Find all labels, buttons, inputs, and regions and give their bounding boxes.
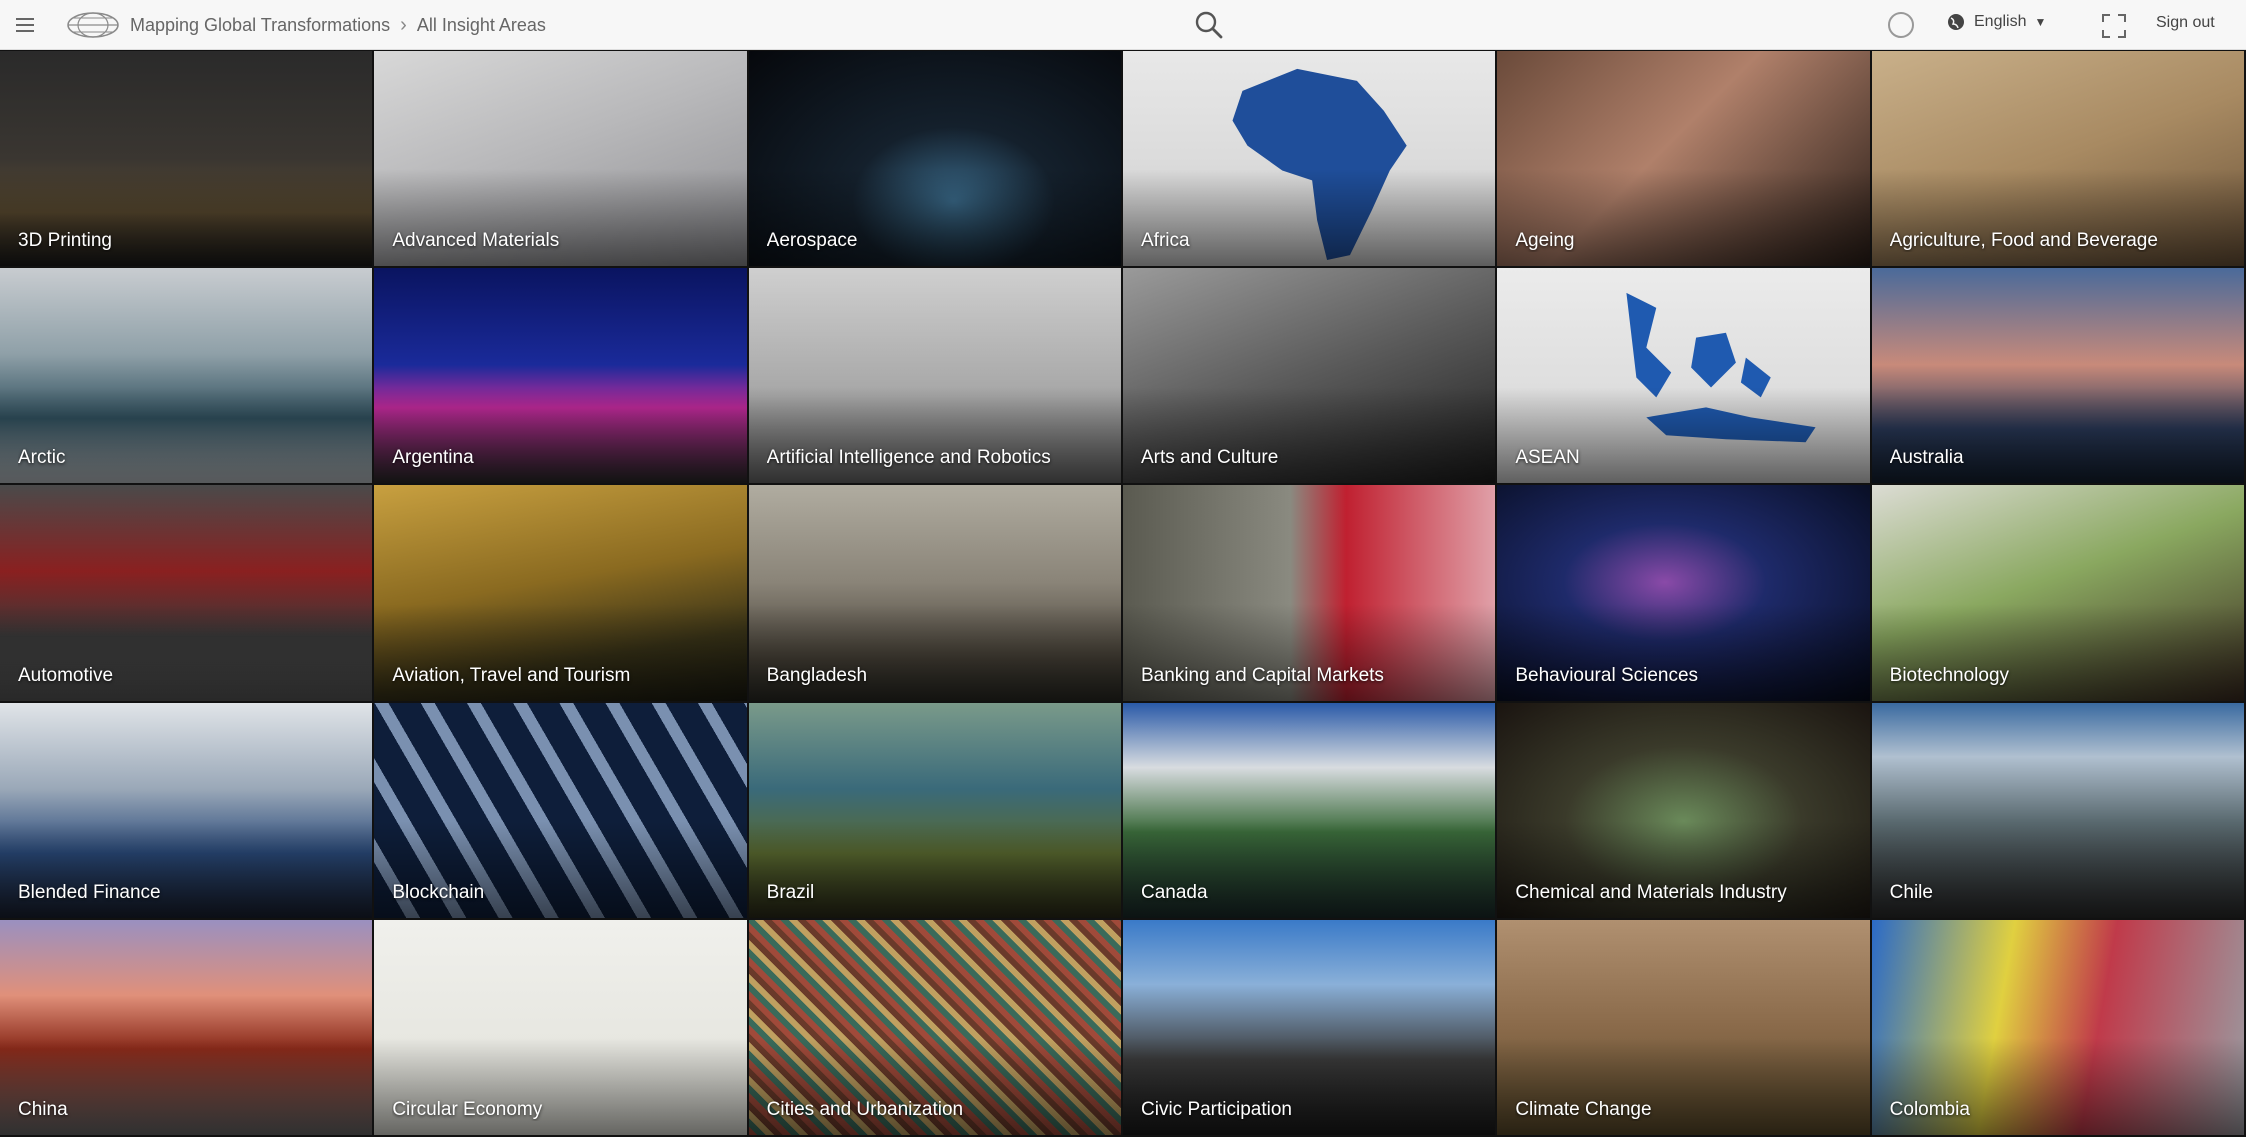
insight-area-tile[interactable]: Blended Finance [0, 702, 375, 920]
insight-area-tile[interactable]: Biotechnology [1871, 485, 2246, 703]
insight-area-tile[interactable]: Argentina [374, 268, 749, 486]
insight-area-tile[interactable]: Arts and Culture [1123, 268, 1498, 486]
insight-areas-grid: 3D Printing Advanced Materials Aerospace Af… [0, 51, 2246, 1137]
tile-label: Biotechnology [1889, 664, 2010, 686]
insight-area-tile[interactable]: Civic Participation [1123, 919, 1498, 1137]
sign-out-link[interactable]: Sign out [2156, 14, 2215, 32]
insight-area-tile[interactable]: Blockchain [374, 702, 749, 920]
tile-label: Automotive [18, 664, 114, 686]
insight-area-tile[interactable]: Arctic [0, 268, 375, 486]
insight-area-tile[interactable]: Aerospace [748, 51, 1123, 269]
tile-label: Blended Finance [18, 881, 161, 903]
insight-area-tile[interactable]: Cities and Urbanization [748, 919, 1123, 1137]
globe-icon [1948, 14, 1964, 30]
breadcrumb-current: All Insight Areas [416, 15, 546, 35]
language-label: English [1974, 13, 2027, 30]
insight-area-tile[interactable]: Aviation, Travel and Tourism [374, 485, 749, 703]
tile-label: Bangladesh [766, 664, 868, 686]
tile-label: Ageing [1515, 230, 1575, 252]
tile-label: Arts and Culture [1141, 447, 1279, 469]
tile-label: Chile [1889, 881, 1933, 903]
insight-area-tile[interactable]: ASEAN [1497, 268, 1872, 486]
tile-label: Africa [1141, 230, 1190, 252]
tile-label: Australia [1889, 447, 1964, 469]
insight-area-tile[interactable]: Brazil [748, 702, 1123, 920]
insight-area-tile[interactable]: Circular Economy [374, 919, 749, 1137]
tile-label: Canada [1141, 881, 1208, 903]
tile-label: Civic Participation [1141, 1098, 1292, 1120]
tile-label: ASEAN [1515, 447, 1580, 469]
tile-label: Banking and Capital Markets [1141, 664, 1384, 686]
breadcrumb: Mapping Global Transformations › All Ins… [130, 14, 546, 37]
insight-area-tile[interactable]: Banking and Capital Markets [1123, 485, 1498, 703]
insight-area-tile[interactable]: China [0, 919, 375, 1137]
insight-area-tile[interactable]: Climate Change [1497, 919, 1872, 1137]
tile-label: Agriculture, Food and Beverage [1889, 230, 2158, 252]
tile-label: Colombia [1889, 1098, 1970, 1120]
breadcrumb-root-link[interactable]: Mapping Global Transformations [130, 15, 390, 36]
tile-label: Aerospace [766, 230, 858, 252]
insight-area-tile[interactable]: Automotive [0, 485, 375, 703]
tile-label: Blockchain [392, 881, 485, 903]
tile-label: 3D Printing [18, 230, 112, 252]
chevron-down-icon: ▼ [2034, 15, 2047, 29]
insight-area-tile[interactable]: Africa [1123, 51, 1498, 269]
language-selector[interactable]: English ▼ [1946, 12, 2046, 32]
tile-label: Advanced Materials [392, 230, 560, 252]
breadcrumb-separator: › [400, 14, 407, 36]
tile-label: Climate Change [1515, 1098, 1652, 1120]
insight-area-tile[interactable]: Advanced Materials [374, 51, 749, 269]
tile-label: Cities and Urbanization [766, 1098, 964, 1120]
insight-area-tile[interactable]: Artificial Intelligence and Robotics [748, 268, 1123, 486]
tile-label: Argentina [392, 447, 474, 469]
forum-logo-icon[interactable] [66, 9, 120, 41]
insight-area-tile[interactable]: Colombia [1871, 919, 2246, 1137]
tile-label: Chemical and Materials Industry [1515, 881, 1787, 903]
tile-label: Arctic [18, 447, 66, 469]
tile-label: China [18, 1098, 68, 1120]
insight-area-tile[interactable]: 3D Printing [0, 51, 375, 269]
search-icon[interactable] [1192, 8, 1226, 42]
insight-area-tile[interactable]: Ageing [1497, 51, 1872, 269]
insight-area-tile[interactable]: Bangladesh [748, 485, 1123, 703]
insight-area-tile[interactable]: Behavioural Sciences [1497, 485, 1872, 703]
tile-label: Brazil [766, 881, 815, 903]
tile-label: Behavioural Sciences [1515, 664, 1699, 686]
insight-area-tile[interactable]: Agriculture, Food and Beverage [1871, 51, 2246, 269]
insight-area-tile[interactable]: Chemical and Materials Industry [1497, 702, 1872, 920]
tile-label: Aviation, Travel and Tourism [392, 664, 631, 686]
insight-area-tile[interactable]: Chile [1871, 702, 2246, 920]
hamburger-menu-icon[interactable] [14, 14, 36, 36]
insight-area-tile[interactable]: Australia [1871, 268, 2246, 486]
insight-area-tile[interactable]: Canada [1123, 702, 1498, 920]
top-navigation-bar: Mapping Global Transformations › All Ins… [0, 0, 2246, 50]
tile-label: Artificial Intelligence and Robotics [766, 447, 1051, 469]
tile-label: Circular Economy [392, 1098, 543, 1120]
fullscreen-icon[interactable] [2100, 12, 2128, 40]
help-icon[interactable] [1888, 12, 1914, 38]
